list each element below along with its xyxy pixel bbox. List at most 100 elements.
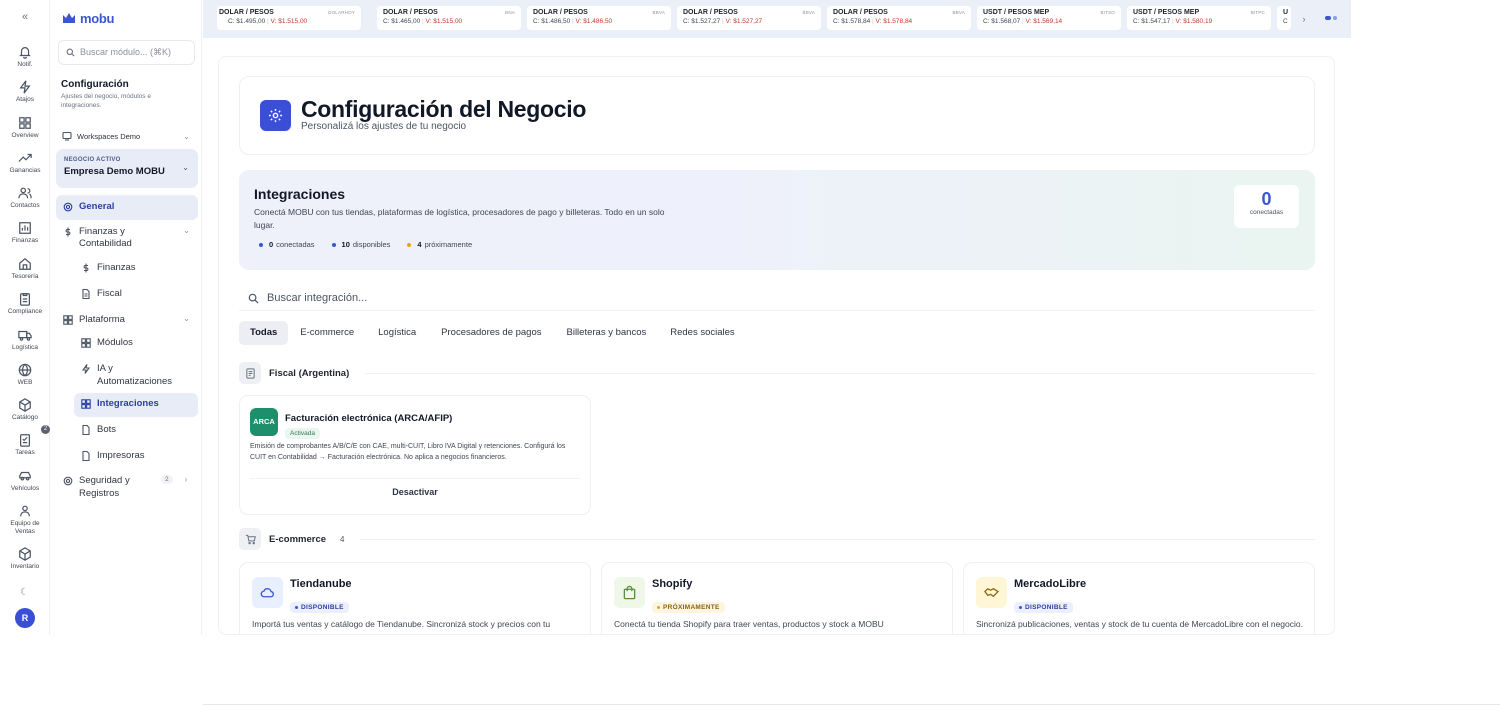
ticker-source: BBVA [802, 10, 815, 15]
truck-icon [18, 330, 32, 341]
nav-label: IA y Automatizaciones [97, 363, 172, 387]
rail-item-notif[interactable]: Notif. [0, 45, 50, 69]
group-count: 4 [340, 534, 345, 544]
rail-item-equipo-ventas[interactable]: Equipo de Ventas [0, 504, 50, 535]
integration-card-mercadolibre[interactable]: MercadoLibre DISPONIBLE Sincronizá publi… [963, 562, 1315, 634]
rail-label: Inventario [10, 563, 40, 570]
avatar[interactable]: R [15, 608, 35, 628]
rail-item-compliance[interactable]: Compliance [0, 292, 50, 316]
tab-billeteras-bancos[interactable]: Billeteras y bancos [555, 321, 659, 345]
ticker-values: C [1283, 18, 1291, 25]
ticker-next-icon[interactable]: › [1297, 12, 1311, 26]
module-search-input[interactable]: Buscar módulo... (⌘K) [58, 40, 195, 65]
header-icon-box [260, 100, 291, 131]
nav-label: Finanzas y Contabilidad [79, 226, 132, 249]
rail-item-inventario[interactable]: Inventario [0, 547, 50, 571]
rail-item-contactos[interactable]: Contactos [0, 186, 50, 210]
ticker-card: DOLAR / PESOS BBVA C: $1.527,27 | V: $1.52… [677, 6, 821, 30]
rail-item-atajos[interactable]: Atajos [0, 80, 50, 104]
ticker-pair: DOLAR / PESOS [833, 9, 888, 16]
stat-upcoming: 4 próximamente [407, 240, 472, 249]
status-badge: DISPONIBLE [1014, 596, 1073, 614]
nav-item-integraciones[interactable]: Integraciones [74, 393, 198, 417]
ticker-pagination[interactable] [1325, 16, 1337, 20]
chevron-down-icon: ⌄ [183, 314, 190, 323]
ticker-source: BNA [505, 10, 515, 15]
shopify-logo [614, 577, 645, 608]
nav-item-ia[interactable]: IA y Automatizaciones [74, 363, 198, 388]
nav-item-general[interactable]: General [56, 195, 198, 220]
nav-group-seguridad[interactable]: Seguridad y Registros 2 › [56, 475, 198, 500]
logo[interactable]: mobu [62, 10, 114, 26]
nav-item-modulos[interactable]: Módulos [74, 337, 198, 348]
nav-item-bots[interactable]: Bots [74, 424, 198, 435]
nav-item-impresoras[interactable]: Impresoras [74, 450, 198, 461]
integration-search-placeholder: Buscar integración... [267, 292, 368, 304]
grid-icon [81, 399, 91, 409]
rail-label: Compliance [7, 308, 43, 315]
rail-item-catalogo[interactable]: Catálogo [0, 398, 50, 422]
exchange-rate-ticker: ‹ DOLAR / PESOSDOLARHOYC: $1.495,00 | V:… [203, 0, 1351, 38]
ticker-buy: C: $1.578,84 [833, 18, 871, 25]
group-ecommerce-icon-box [239, 528, 261, 550]
ticker-sell: V: $1.515,00 [425, 18, 463, 25]
ticker-card: DOLAR / PESOS BBVA C: $1.486,50 | V: $1.48… [527, 6, 671, 30]
divider [360, 538, 1315, 540]
rail-item-tesoreria[interactable]: Tesorería [0, 257, 50, 281]
ticker-values: C: $1.527,27 | V: $1.527,27 [683, 18, 763, 25]
nav-item-fiscal[interactable]: Fiscal [74, 288, 198, 299]
dollar-icon [83, 263, 89, 273]
active-business-selector[interactable]: NEGOCIO ACTIVO Empresa Demo MOBU ⌄ [56, 149, 198, 188]
ticker-buy: C [1283, 18, 1288, 25]
ticker-values: C: $1.547,17 | V: $1.580,19 [1133, 18, 1213, 25]
ticker-buy: C: $1.495,00 [228, 18, 266, 25]
section-description: Ajustes del negocio, módulos e integraci… [61, 93, 151, 109]
integration-search-input[interactable]: Buscar integración... [239, 286, 1315, 311]
ticker-source: BITSO [1100, 10, 1115, 15]
rail-label: Equipo de Ventas [10, 520, 40, 535]
ticker-source: BBVA [652, 10, 665, 15]
ticker-buy: C: $1.527,27 [683, 18, 721, 25]
tab-procesadores-pagos[interactable]: Procesadores de pagos [429, 321, 553, 345]
rail-item-vehiculos[interactable]: Vehículos [0, 469, 50, 493]
rail-item-logistica[interactable]: Logística [0, 328, 50, 352]
status-badge: Activada [285, 422, 320, 440]
tab-todas[interactable]: Todas [239, 321, 289, 345]
tab-ecommerce[interactable]: E-commerce [289, 321, 365, 345]
deactivate-button[interactable]: Desactivar [250, 478, 580, 505]
grid-icon [63, 315, 73, 325]
collapse-sidebar-icon[interactable]: « [18, 10, 32, 24]
integrations-hero: Integraciones Conectá MOBU con tus tiend… [239, 170, 1315, 270]
nav-group-finanzas[interactable]: Finanzas y Contabilidad ⌄ [56, 226, 198, 250]
moon-icon[interactable]: ☾ [20, 588, 30, 598]
group-fiscal: Fiscal (Argentina) [239, 362, 1315, 384]
integration-card-tiendanube[interactable]: Tiendanube DISPONIBLE Importá tus ventas… [239, 562, 591, 634]
page-title: Configuración del Negocio [301, 96, 587, 122]
integration-card-shopify[interactable]: Shopify PRÓXIMAMENTE Conectá tu tienda S… [601, 562, 953, 634]
bell-icon [19, 47, 31, 59]
dollar-icon [65, 227, 71, 237]
group-title: E-commerce [269, 533, 327, 545]
printer-icon [82, 451, 90, 461]
nav-item-finanzas[interactable]: Finanzas [74, 262, 198, 273]
rail-item-ganancias[interactable]: Ganancias [0, 151, 50, 175]
document-icon [82, 289, 90, 299]
business-caption: NEGOCIO ACTIVO [64, 157, 121, 163]
page-subtitle: Personalizá los ajustes de tu negocio [301, 121, 467, 132]
ticker-card: DOLAR / PESOS BNA C: $1.465,00 | V: $1.515… [377, 6, 521, 30]
rail-item-web[interactable]: WEB [0, 363, 50, 387]
rail-item-overview[interactable]: Overview [0, 116, 50, 140]
rail-item-tareas[interactable]: Tareas [0, 433, 50, 457]
ticker-card: DOLAR / PESOS BBVA C: $1.578,84 | V: $1.57… [827, 6, 971, 30]
lightning-icon [19, 80, 31, 94]
rail-item-finanzas[interactable]: Finanzas [0, 221, 50, 245]
nav-group-plataforma[interactable]: Plataforma ⌄ [56, 314, 198, 325]
ticker-pair: DOLAR / PESOS [383, 9, 438, 16]
team-icon [20, 505, 30, 517]
kpi-label: conectadas [1249, 209, 1284, 216]
tab-logistica[interactable]: Logística [366, 321, 428, 345]
tab-redes-sociales[interactable]: Redes sociales [659, 321, 745, 345]
rail-label: Notif. [17, 61, 33, 68]
card-description: Conectá tu tienda Shopify para traer ven… [614, 619, 884, 634]
workspace-selector[interactable]: Workspaces Demo ⌄ [62, 129, 190, 143]
